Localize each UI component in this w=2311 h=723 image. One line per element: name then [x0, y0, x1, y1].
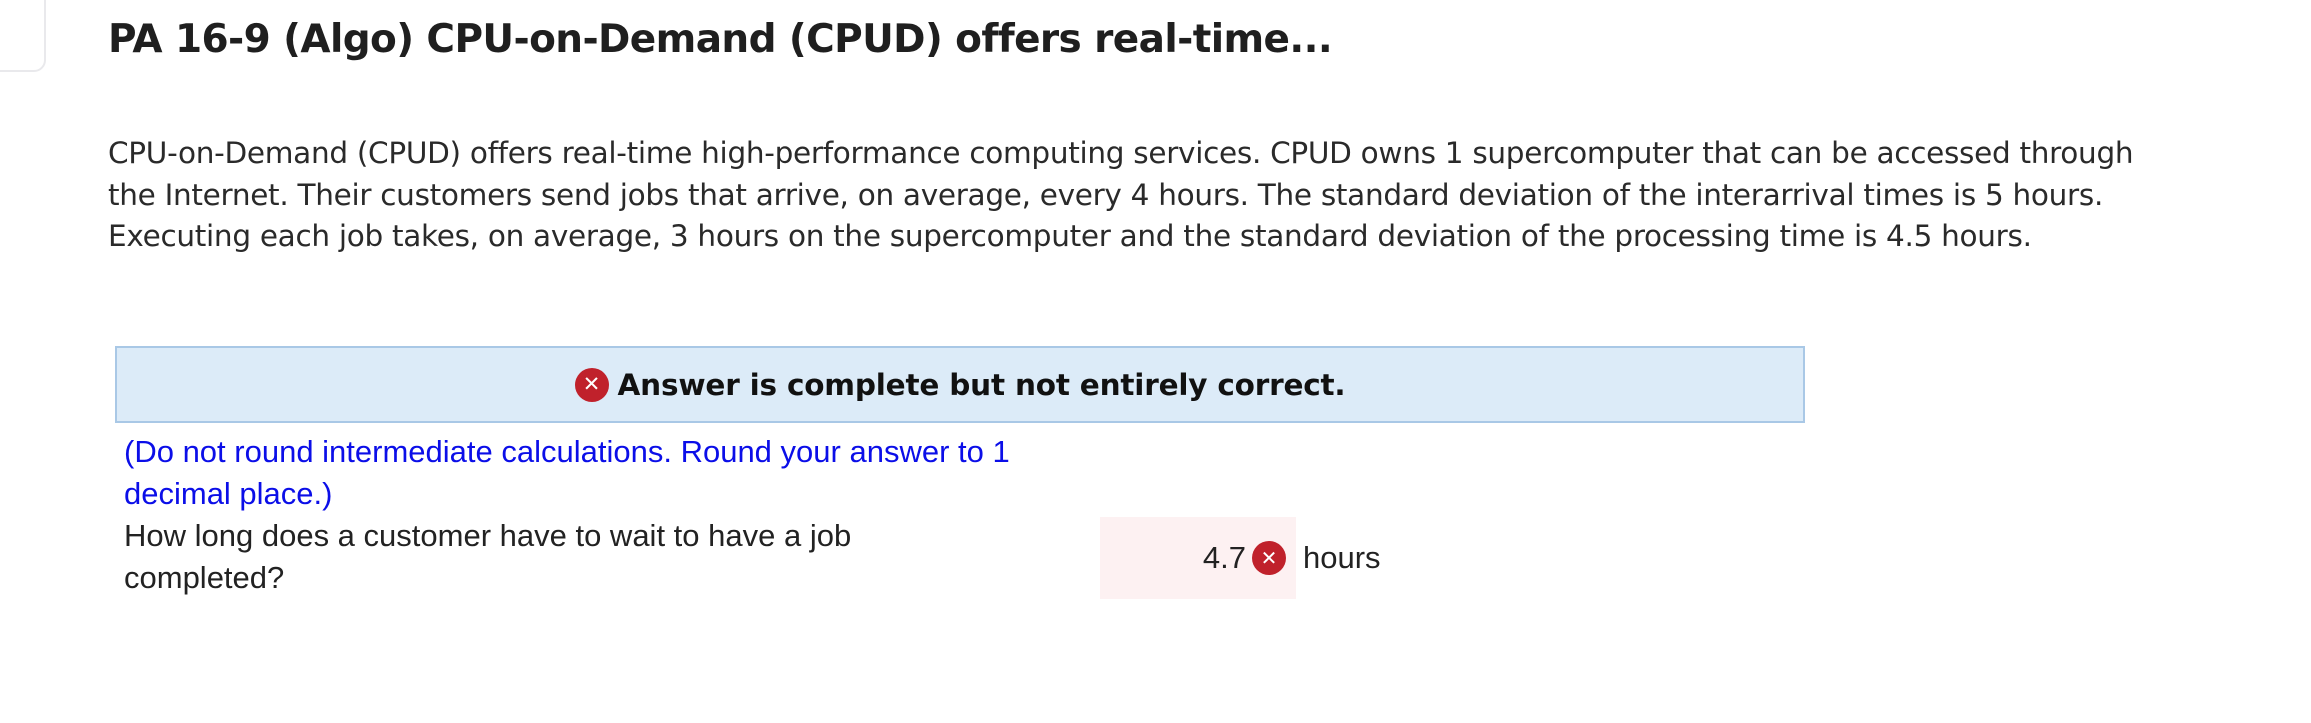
answer-unit: hours: [1303, 540, 1381, 575]
answer-field[interactable]: 4.7 ✕: [1100, 517, 1296, 599]
problem-statement: CPU-on-Demand (CPUD) offers real-time hi…: [108, 136, 2134, 253]
question-prompt: How long does a customer have to wait to…: [124, 518, 852, 595]
rounding-instruction: (Do not round intermediate calculations.…: [124, 434, 1010, 511]
page-title: PA 16-9 (Algo) CPU-on-Demand (CPUD) offe…: [108, 17, 1333, 62]
x-circle-icon: ✕: [1252, 541, 1286, 575]
x-circle-icon: ✕: [574, 367, 609, 402]
answer-value: 4.7: [1202, 540, 1246, 575]
feedback-message: Answer is complete but not entirely corr…: [617, 367, 1346, 402]
side-tab[interactable]: [0, 0, 46, 72]
feedback-banner: ✕ Answer is complete but not entirely co…: [115, 346, 1805, 423]
